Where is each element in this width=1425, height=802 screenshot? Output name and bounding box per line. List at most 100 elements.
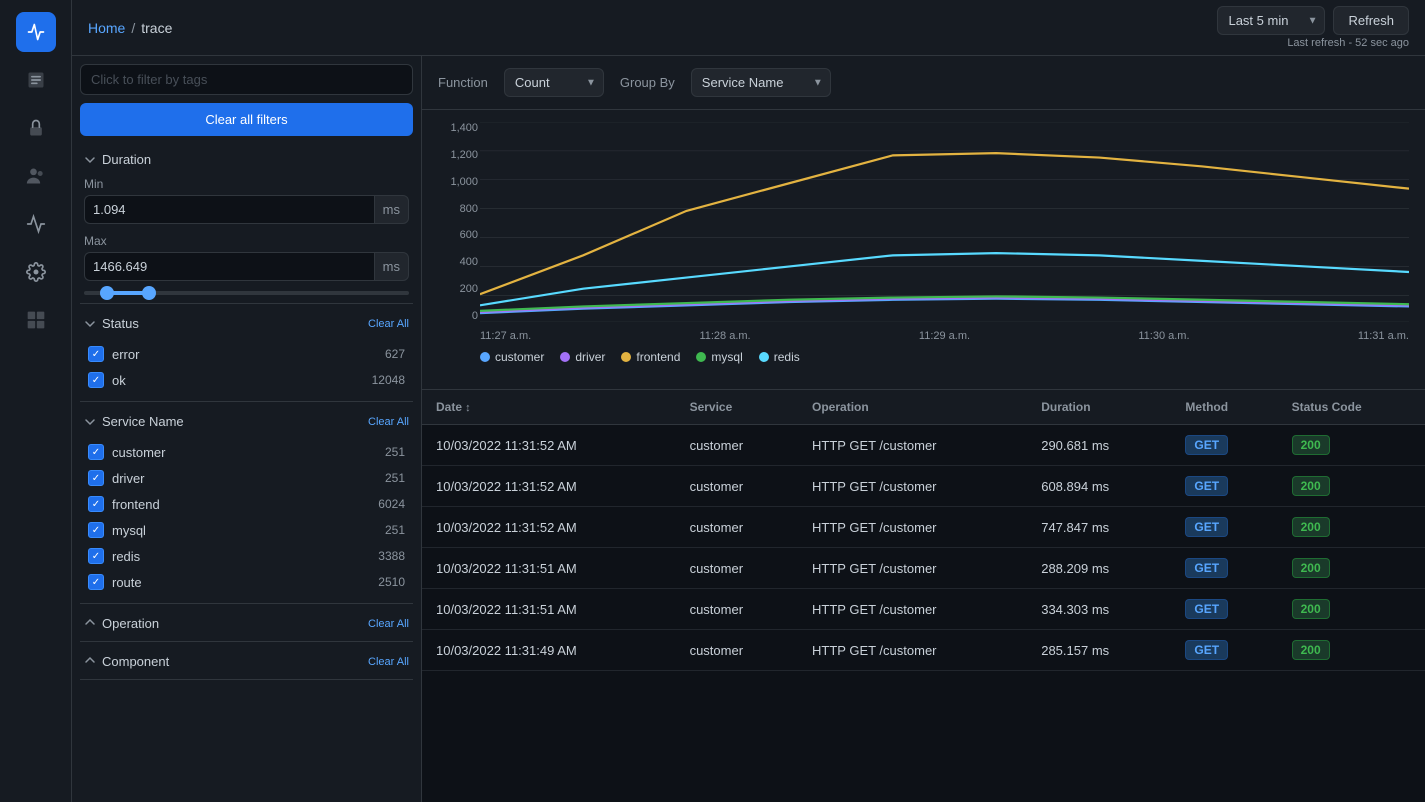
service-name-filter-content: customer 251 driver 251 frontend 6024 my… <box>80 439 413 603</box>
table-row[interactable]: 10/03/2022 11:31:51 AM customer HTTP GET… <box>422 548 1425 589</box>
cell-date: 10/03/2022 11:31:51 AM <box>422 548 676 589</box>
service-name-item-frontend: frontend 6024 <box>84 491 409 517</box>
nav-icon-security[interactable] <box>16 108 56 148</box>
service-redis-checkbox[interactable] <box>88 548 104 564</box>
breadcrumb-home[interactable]: Home <box>88 20 125 36</box>
status-clear-link[interactable]: Clear All <box>368 318 409 330</box>
cell-status: 200 <box>1278 548 1425 589</box>
table-row[interactable]: 10/03/2022 11:31:51 AM customer HTTP GET… <box>422 589 1425 630</box>
service-name-item-mysql: mysql 251 <box>84 517 409 543</box>
col-header-service: Service <box>676 390 798 425</box>
time-range-wrapper: Last 5 min Last 15 min Last 30 min Last … <box>1217 6 1325 35</box>
nav-icon-plugin[interactable] <box>16 300 56 340</box>
last-refresh-text: Last refresh - 52 sec ago <box>1287 37 1409 49</box>
component-section-title: Component <box>84 654 169 669</box>
cell-duration: 290.681 ms <box>1027 425 1171 466</box>
chart-container: 1,400 1,200 1,000 800 600 400 200 0 <box>438 122 1409 342</box>
status-section-title: Status <box>84 316 139 331</box>
table-row[interactable]: 10/03/2022 11:31:52 AM customer HTTP GET… <box>422 507 1425 548</box>
service-name-item-customer: customer 251 <box>84 439 409 465</box>
header: Home / trace Last 5 min Last 15 min Last… <box>72 0 1425 56</box>
cell-duration: 334.303 ms <box>1027 589 1171 630</box>
clear-all-filters-button[interactable]: Clear all filters <box>80 103 413 136</box>
group-by-label: Group By <box>620 75 675 90</box>
col-header-method: Method <box>1171 390 1277 425</box>
group-by-select[interactable]: Service Name Operation Status Code <box>691 68 831 97</box>
cell-date: 10/03/2022 11:31:51 AM <box>422 589 676 630</box>
legend-driver: driver <box>560 350 605 364</box>
cell-method: GET <box>1171 630 1277 671</box>
nav-icon-chart[interactable] <box>16 204 56 244</box>
tag-filter-input[interactable] <box>80 64 413 95</box>
chart-legend: customer driver frontend mysql <box>438 350 1409 364</box>
legend-customer: customer <box>480 350 544 364</box>
cell-duration: 288.209 ms <box>1027 548 1171 589</box>
cell-method: GET <box>1171 507 1277 548</box>
operation-clear-link[interactable]: Clear All <box>368 618 409 630</box>
operation-filter-section: Operation Clear All <box>80 606 413 642</box>
legend-redis-dot <box>759 352 769 362</box>
left-navigation <box>0 0 72 802</box>
duration-max-input[interactable] <box>84 252 374 281</box>
function-select[interactable]: Count Sum Avg <box>504 68 604 97</box>
nav-icon-list[interactable] <box>16 60 56 100</box>
status-item-ok: ok 12048 <box>84 367 409 393</box>
service-route-checkbox[interactable] <box>88 574 104 590</box>
nav-icon-activity[interactable] <box>16 12 56 52</box>
cell-duration: 285.157 ms <box>1027 630 1171 671</box>
cell-operation: HTTP GET /customer <box>798 507 1027 548</box>
cell-operation: HTTP GET /customer <box>798 425 1027 466</box>
chart-svg <box>480 122 1409 322</box>
service-driver-checkbox[interactable] <box>88 470 104 486</box>
refresh-button[interactable]: Refresh <box>1333 6 1409 35</box>
status-error-checkbox[interactable] <box>88 346 104 362</box>
table-row[interactable]: 10/03/2022 11:31:52 AM customer HTTP GET… <box>422 466 1425 507</box>
slider-thumb-left[interactable] <box>100 286 114 300</box>
cell-operation: HTTP GET /customer <box>798 589 1027 630</box>
cell-status: 200 <box>1278 507 1425 548</box>
duration-min-input[interactable] <box>84 195 374 224</box>
breadcrumb-current: trace <box>141 20 172 36</box>
service-mysql-checkbox[interactable] <box>88 522 104 538</box>
status-ok-checkbox[interactable] <box>88 372 104 388</box>
duration-min-label: Min <box>84 177 409 191</box>
cell-duration: 747.847 ms <box>1027 507 1171 548</box>
col-header-date[interactable]: Date <box>422 390 676 425</box>
component-clear-link[interactable]: Clear All <box>368 656 409 668</box>
chart-x-labels: 11:27 a.m. 11:28 a.m. 11:29 a.m. 11:30 a… <box>480 330 1409 342</box>
status-error-count: 627 <box>385 347 405 361</box>
breadcrumb: Home / trace <box>88 20 172 36</box>
nav-icon-people[interactable] <box>16 156 56 196</box>
cell-service: customer <box>676 425 798 466</box>
table-row[interactable]: 10/03/2022 11:31:52 AM customer HTTP GET… <box>422 425 1425 466</box>
cell-operation: HTTP GET /customer <box>798 466 1027 507</box>
service-customer-checkbox[interactable] <box>88 444 104 460</box>
service-frontend-checkbox[interactable] <box>88 496 104 512</box>
cell-date: 10/03/2022 11:31:49 AM <box>422 630 676 671</box>
time-range-select[interactable]: Last 5 min Last 15 min Last 30 min Last … <box>1217 6 1325 35</box>
duration-range-slider[interactable] <box>84 291 409 295</box>
status-item-error-left: error <box>88 346 139 362</box>
status-ok-count: 12048 <box>372 373 405 387</box>
operation-section-header[interactable]: Operation Clear All <box>80 606 413 641</box>
status-section-header[interactable]: Status Clear All <box>80 306 413 341</box>
duration-section-header[interactable]: Duration <box>80 142 413 177</box>
slider-thumb-right[interactable] <box>142 286 156 300</box>
function-bar: Function Count Sum Avg Group By Service … <box>422 56 1425 110</box>
status-chevron-icon <box>84 318 96 330</box>
nav-icon-settings[interactable] <box>16 252 56 292</box>
service-name-section-header[interactable]: Service Name Clear All <box>80 404 413 439</box>
service-name-chevron-icon <box>84 416 96 428</box>
duration-max-row: Max ms <box>84 234 409 281</box>
duration-max-label: Max <box>84 234 409 248</box>
service-name-title-label: Service Name <box>102 414 184 429</box>
service-name-clear-link[interactable]: Clear All <box>368 416 409 428</box>
status-filter-section: Status Clear All error 627 <box>80 306 413 402</box>
table-row[interactable]: 10/03/2022 11:31:49 AM customer HTTP GET… <box>422 630 1425 671</box>
service-name-item-route: route 2510 <box>84 569 409 595</box>
cell-status: 200 <box>1278 425 1425 466</box>
legend-driver-dot <box>560 352 570 362</box>
component-section-header[interactable]: Component Clear All <box>80 644 413 679</box>
col-header-status-code: Status Code <box>1278 390 1425 425</box>
cell-service: customer <box>676 589 798 630</box>
